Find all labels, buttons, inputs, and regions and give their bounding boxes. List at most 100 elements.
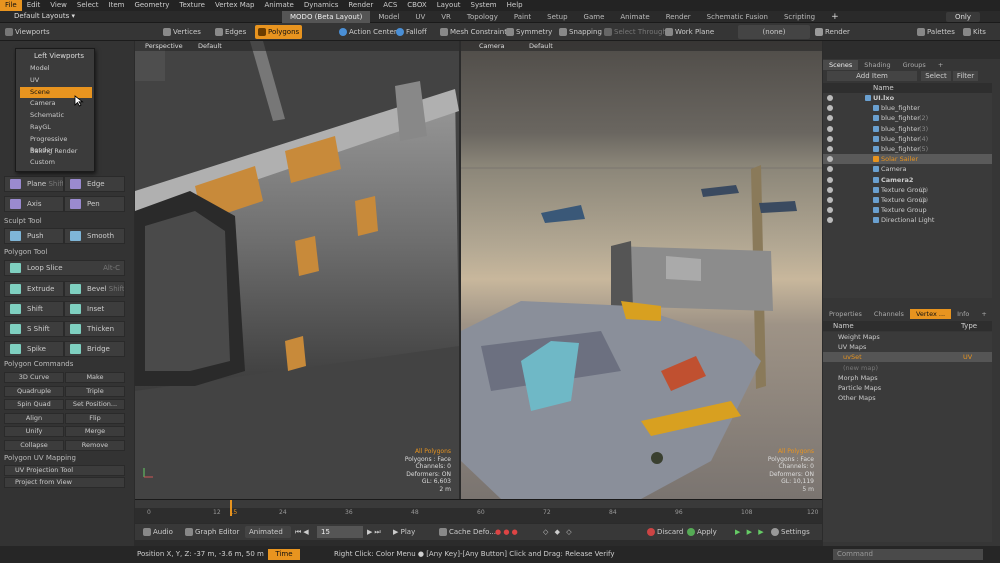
visibility-icon[interactable] xyxy=(827,176,833,183)
project-from-view[interactable]: Project from View xyxy=(4,477,125,488)
vertex-tab-0[interactable]: Properties xyxy=(823,309,868,319)
select-through-button[interactable]: Select Through xyxy=(601,25,670,39)
pen-tool[interactable]: Pen xyxy=(64,196,125,212)
visibility-icon[interactable] xyxy=(827,186,833,193)
play-button[interactable]: ▶ Play xyxy=(393,526,415,538)
layout-tab-7[interactable]: Game xyxy=(576,11,613,23)
cmd-triple[interactable]: Triple xyxy=(65,385,125,397)
perspective-viewport[interactable]: Perspective Default All Polygons Polygon… xyxy=(135,41,459,499)
scene-item[interactable]: blue_fighter (4) xyxy=(823,134,992,144)
layout-tab-9[interactable]: Render xyxy=(658,11,699,23)
menu-system[interactable]: System xyxy=(466,0,502,11)
audio-button[interactable]: Audio xyxy=(143,526,173,538)
palettes-button[interactable]: Palettes xyxy=(914,25,958,39)
menu-animate[interactable]: Animate xyxy=(259,0,298,11)
vp2-style-label[interactable]: Default xyxy=(529,41,553,51)
camera-viewport[interactable]: Camera Default All Polygons Polygons : F… xyxy=(461,41,822,499)
visibility-icon[interactable] xyxy=(827,156,833,163)
layout-selector[interactable]: Default Layouts ▾ xyxy=(14,12,75,20)
vertex-map-item[interactable]: Particle Maps xyxy=(823,383,992,393)
viewports-button[interactable]: Viewports xyxy=(2,25,53,39)
layout-tab-8[interactable]: Animate xyxy=(612,11,657,23)
select-button[interactable]: Select xyxy=(921,71,951,81)
scene-item[interactable]: Directional Light xyxy=(823,215,992,225)
viewport-menu-item-schematic[interactable]: Schematic xyxy=(20,110,92,121)
scene-item[interactable]: Texture Group xyxy=(823,205,992,215)
apply-button[interactable]: Apply xyxy=(687,526,717,538)
scene-item[interactable]: Camera xyxy=(823,164,992,174)
cmd-unify[interactable]: Unify xyxy=(4,426,64,437)
forward-buttons[interactable]: ▶⏭ xyxy=(367,526,383,538)
visibility-icon[interactable] xyxy=(827,197,833,203)
layout-tab-10[interactable]: Schematic Fusion xyxy=(699,11,776,23)
menu-layout[interactable]: Layout xyxy=(432,0,466,11)
cmd-remove[interactable]: Remove xyxy=(65,439,125,451)
viewport-menu-item-model[interactable]: Model xyxy=(20,63,92,74)
cmd-merge[interactable]: Merge xyxy=(65,426,125,437)
plane-tool[interactable]: Plane Shift-B xyxy=(4,176,64,192)
frame-input[interactable]: 15 xyxy=(317,526,363,538)
layout-tab-5[interactable]: Paint xyxy=(506,11,539,23)
menu-cbox[interactable]: CBOX xyxy=(402,0,431,11)
s-shift-tool[interactable]: S Shift xyxy=(4,321,64,337)
vertices-button[interactable]: Vertices xyxy=(160,25,204,39)
vertex-map-item[interactable]: Morph Maps xyxy=(823,373,992,383)
vertex-tab-4[interactable]: + xyxy=(975,309,992,319)
visibility-icon[interactable] xyxy=(827,115,833,122)
extrude-tool[interactable]: Extrude xyxy=(4,281,64,297)
layout-tab-4[interactable]: Topology xyxy=(459,11,506,23)
scene-tab-3[interactable]: + xyxy=(932,60,949,70)
menu-render[interactable]: Render xyxy=(343,0,378,11)
edges-button[interactable]: Edges xyxy=(212,25,249,39)
viewport-menu-item-uv[interactable]: UV xyxy=(20,75,92,86)
axis-tool[interactable]: Axis xyxy=(4,196,64,212)
viewport-menu-item-progressive-render[interactable]: Progressive Render xyxy=(20,134,92,154)
cmd-make[interactable]: Make xyxy=(65,372,125,383)
scene-item[interactable]: blue_fighter (2) xyxy=(823,113,992,123)
visibility-icon[interactable] xyxy=(827,166,833,173)
layout-tab-2[interactable]: UV xyxy=(407,11,433,23)
add-item-button[interactable]: Add Item xyxy=(827,71,917,81)
command-input[interactable]: Command xyxy=(833,549,983,560)
sculpt-section[interactable]: Sculpt Tool xyxy=(4,216,126,227)
menu-file[interactable]: File xyxy=(0,0,22,11)
work-plane-button[interactable]: Work Plane xyxy=(662,25,717,39)
bevel-tool[interactable]: Bevel Shift-B xyxy=(64,281,125,297)
vertex-tab-1[interactable]: Channels xyxy=(868,309,910,319)
menu-texture[interactable]: Texture xyxy=(174,0,210,11)
cmd-3d-curve[interactable]: 3D Curve xyxy=(4,372,64,383)
render-button[interactable]: Render xyxy=(812,25,853,39)
action-center-button[interactable]: Action Center xyxy=(336,25,400,39)
animated-dropdown[interactable]: Animated xyxy=(245,526,291,538)
record-buttons[interactable]: ● ● ● xyxy=(495,526,518,538)
cmd-flip[interactable]: Flip xyxy=(65,412,125,424)
menu-acs[interactable]: ACS xyxy=(378,0,402,11)
thicken-tool[interactable]: Thicken xyxy=(64,321,125,337)
rewind-buttons[interactable]: ⏮◀ xyxy=(295,526,311,538)
snapping-button[interactable]: Snapping xyxy=(556,25,605,39)
vertex-map-item[interactable]: uvSet UV xyxy=(823,352,992,363)
visibility-icon[interactable] xyxy=(827,146,833,152)
filter-button[interactable]: Filter xyxy=(953,71,978,81)
shift-tool[interactable]: Shift xyxy=(4,301,64,317)
cache-deformers-button[interactable]: Cache Defo... xyxy=(439,526,496,538)
cmd-collapse[interactable]: Collapse xyxy=(4,439,64,451)
vertex-tab-3[interactable]: Info xyxy=(951,309,975,319)
loop-slice-tool[interactable]: Loop Slice Alt-C xyxy=(4,260,125,276)
menu-item[interactable]: Item xyxy=(104,0,130,11)
layout-tab-11[interactable]: Scripting xyxy=(776,11,823,23)
cmd-set-position-[interactable]: Set Position... xyxy=(65,399,125,410)
key-buttons[interactable]: ◇ ◆ ◇ xyxy=(543,526,574,538)
menu-dynamics[interactable]: Dynamics xyxy=(299,0,344,11)
vertex-map-item[interactable]: Other Maps xyxy=(823,393,992,403)
cmd-spin-quad[interactable]: Spin Quad xyxy=(4,399,64,410)
graph-editor-button[interactable]: Graph Editor xyxy=(185,526,239,538)
visibility-icon[interactable] xyxy=(827,95,833,101)
visibility-icon[interactable] xyxy=(827,125,833,132)
layout-tab-0[interactable]: MODO (Beta Layout) xyxy=(282,11,371,23)
bridge-tool[interactable]: Bridge xyxy=(64,341,125,357)
menu-vertex-map[interactable]: Vertex Map xyxy=(210,0,260,11)
symmetry-button[interactable]: Symmetry xyxy=(503,25,555,39)
scene-item[interactable]: blue_fighter (3) xyxy=(823,124,992,134)
kits-button[interactable]: Kits xyxy=(960,25,989,39)
